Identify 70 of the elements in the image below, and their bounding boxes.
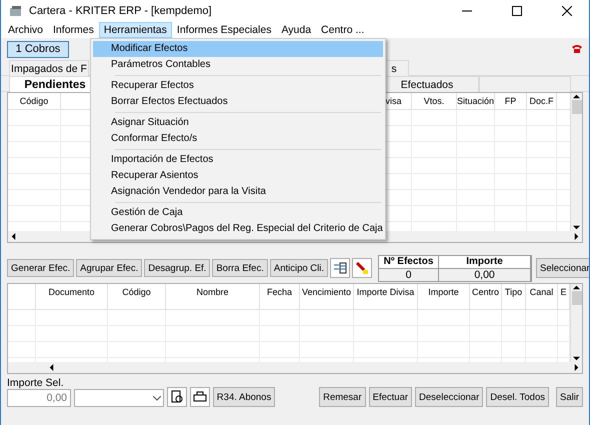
menu-item[interactable]: Centro ...: [316, 22, 370, 38]
module-button[interactable]: 1 Cobros: [7, 40, 69, 58]
column-header: FP: [504, 96, 516, 106]
scroll-right-icon[interactable]: [573, 233, 580, 240]
menu-entry[interactable]: Generar Cobros\Pagos del Reg. Especial del Criterio de Caja: [93, 221, 383, 237]
tab[interactable]: Impagados de F: [9, 60, 89, 76]
column-header: visa: [385, 96, 402, 106]
action-button[interactable]: Deseleccionar: [415, 387, 484, 407]
menu-item[interactable]: Ayuda: [276, 22, 316, 38]
grid-link-button[interactable]: [330, 258, 350, 278]
dropdown-field[interactable]: [74, 389, 164, 407]
menu-entry[interactable]: Asignar Situación: [93, 115, 383, 131]
menu-item[interactable]: Archivo: [3, 22, 48, 38]
menu-entry[interactable]: Recuperar Asientos: [93, 168, 383, 184]
scrollbar-thumb[interactable]: [572, 291, 582, 305]
column-header: Canal: [530, 287, 554, 297]
abonos-button[interactable]: R34. Abonos: [213, 387, 275, 407]
column-header: Importe: [428, 287, 459, 297]
scrollbar-thumb[interactable]: [572, 100, 582, 114]
caret-icon: [153, 396, 161, 400]
window-title: Cartera - KRITER ERP - [kempdemo]: [29, 5, 213, 17]
scroll-right-icon[interactable]: [573, 364, 580, 371]
menu-entry[interactable]: Modificar Efectos: [93, 41, 383, 57]
preview-button[interactable]: [167, 387, 187, 407]
scroll-left-icon[interactable]: [48, 364, 55, 371]
action-button[interactable]: Anticipo Cli.: [270, 259, 328, 277]
menu-entry[interactable]: Gestión de Caja: [93, 205, 383, 221]
column-header: Tipo: [504, 287, 522, 297]
menu-entry[interactable]: Conformar Efecto/s: [93, 131, 383, 147]
maximize-icon: [512, 6, 522, 16]
action-button[interactable]: Borra Efec.: [212, 259, 268, 277]
action-button[interactable]: Desagrup. Ef.: [144, 259, 210, 277]
menu-item[interactable]: Herramientas: [98, 22, 172, 38]
action-button[interactable]: Agrupar Efec.: [76, 259, 142, 277]
menu-item[interactable]: Informes Especiales: [172, 22, 276, 38]
action-button[interactable]: Remesar: [319, 387, 366, 407]
scroll-left-icon[interactable]: [10, 233, 17, 240]
column-header: Importe Divisa: [356, 287, 414, 297]
column-header: Documento: [48, 287, 95, 297]
printer-icon: [193, 391, 207, 403]
column-header: Centro: [472, 287, 499, 297]
summary-value: 0,00: [439, 268, 532, 280]
close-icon: [562, 6, 572, 16]
column-header: Situación: [457, 96, 494, 106]
column-header: Código: [122, 287, 151, 297]
column-header: Fecha: [266, 287, 292, 297]
action-button[interactable]: Generar Efec.: [7, 259, 74, 277]
amount-label: Importe Sel.: [7, 377, 65, 389]
app-icon: [9, 5, 23, 17]
action-button[interactable]: Efectuar: [368, 387, 412, 407]
telephone-icon[interactable]: [571, 44, 583, 54]
menu-entry[interactable]: Borrar Efectos Efectuados: [93, 94, 383, 110]
column-header: Doc.F: [529, 96, 554, 106]
action-button[interactable]: Salir: [556, 387, 583, 407]
menu-entry[interactable]: Importación de Efectos: [93, 152, 383, 168]
document-search-icon: [170, 390, 184, 404]
table-icon: [333, 262, 348, 274]
column-header: Vencimiento: [302, 287, 352, 297]
column-header: E: [560, 287, 566, 297]
brush-icon: [355, 261, 370, 275]
column-header: Código: [20, 96, 48, 106]
print-button[interactable]: [190, 387, 210, 407]
menu-item[interactable]: Informes: [48, 22, 99, 38]
column-header: Nombre: [196, 287, 228, 297]
summary-value: 0: [379, 268, 440, 280]
column-header: Vtos.: [424, 96, 444, 106]
menu-entry[interactable]: Asignación Vendedor para la Visita: [93, 184, 383, 200]
highlighter-button[interactable]: [352, 258, 372, 278]
action-button[interactable]: Desel. Todos: [486, 387, 549, 407]
amount-field[interactable]: 0,00: [7, 389, 71, 407]
